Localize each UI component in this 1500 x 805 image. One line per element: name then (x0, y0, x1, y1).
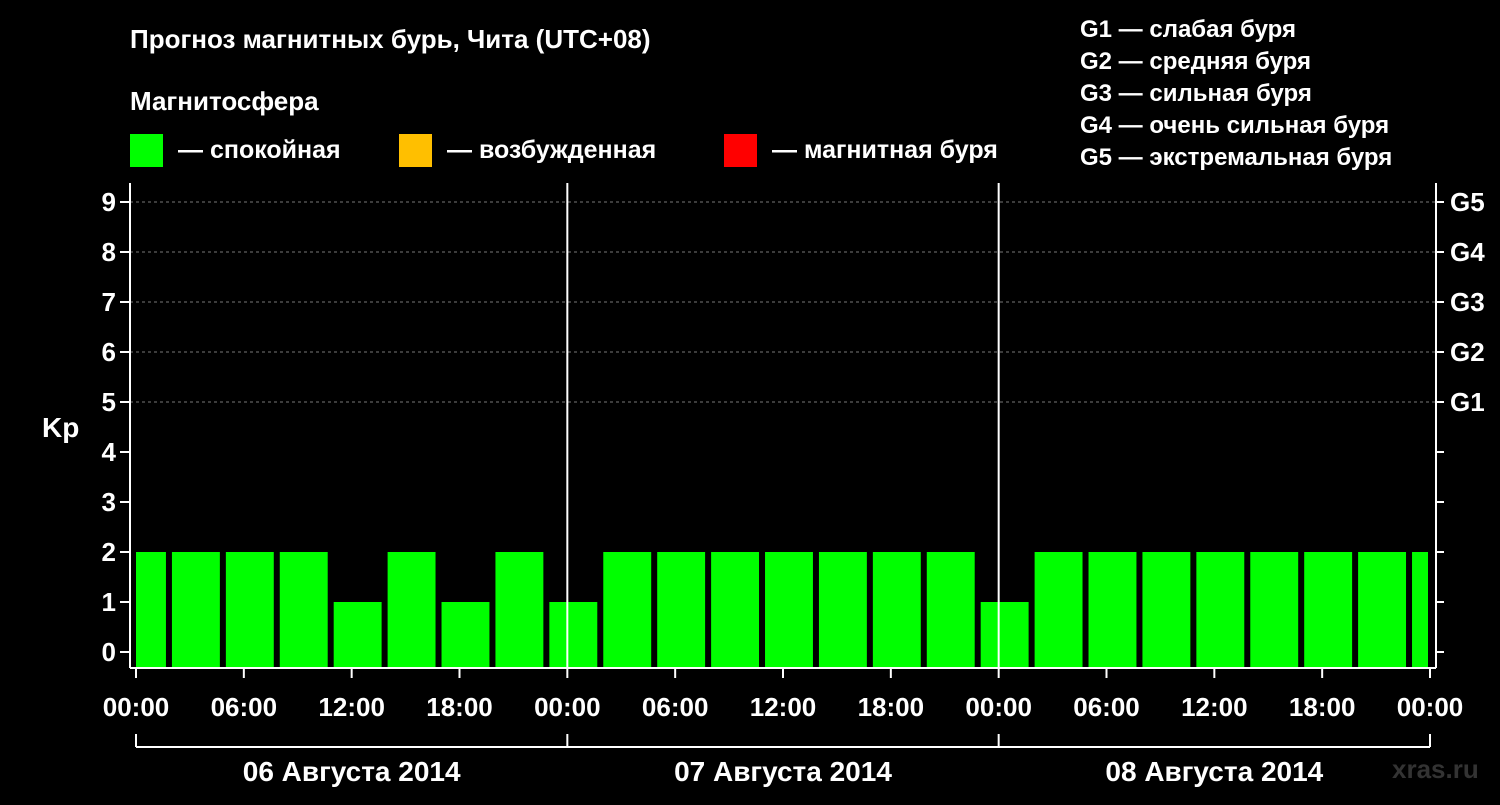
x-tick-label-3: 18:00 (426, 692, 493, 722)
legend-swatch-active (399, 134, 432, 167)
y-tick-label-4: 4 (102, 437, 117, 467)
bar-16 (980, 602, 1029, 668)
x-tick-label-8: 00:00 (965, 692, 1032, 722)
bar-2 (225, 552, 274, 668)
bar-24 (1412, 552, 1428, 668)
bar-1 (171, 552, 220, 668)
day-label-0: 06 Августа 2014 (243, 756, 461, 787)
chart-title: Прогноз магнитных бурь, Чита (UTC+08) (130, 24, 651, 54)
x-tick-label-1: 06:00 (211, 692, 278, 722)
bar-21 (1250, 552, 1299, 668)
right-label-g5: G5 (1450, 187, 1485, 217)
day-label-1: 07 Августа 2014 (674, 756, 892, 787)
bar-4 (333, 602, 382, 668)
x-tick-label-2: 12:00 (318, 692, 385, 722)
x-tick-label-11: 18:00 (1289, 692, 1356, 722)
bar-20 (1196, 552, 1245, 668)
bar-0 (136, 552, 166, 668)
g-legend-g2: G2 — средняя буря (1080, 48, 1311, 75)
bar-15 (926, 552, 975, 668)
bar-8 (549, 602, 598, 668)
y-tick-label-2: 2 (102, 537, 116, 567)
bar-5 (387, 552, 436, 668)
legend-swatch-storm (724, 134, 757, 167)
bar-14 (872, 552, 921, 668)
y-tick-label-3: 3 (102, 487, 116, 517)
g-legend-g1: G1 — слабая буря (1080, 16, 1296, 43)
bar-12 (765, 552, 813, 668)
x-tick-label-12: 00:00 (1397, 692, 1464, 722)
bar-11 (711, 552, 760, 668)
g-legend-g3: G3 — сильная буря (1080, 80, 1312, 107)
bar-3 (279, 552, 328, 668)
y-tick-label-7: 7 (102, 287, 116, 317)
legend-label-storm: — магнитная буря (772, 136, 998, 164)
g-legend-g5: G5 — экстремальная буря (1080, 144, 1392, 171)
x-tick-label-4: 00:00 (534, 692, 601, 722)
right-label-g2: G2 (1450, 337, 1485, 367)
x-tick-label-0: 00:00 (103, 692, 170, 722)
watermark: xras.ru (1392, 754, 1479, 784)
legend-swatch-quiet (130, 134, 163, 167)
g-legend-g4: G4 — очень сильная буря (1080, 112, 1389, 139)
bar-22 (1304, 552, 1353, 668)
right-label-g3: G3 (1450, 287, 1485, 317)
y-tick-label-0: 0 (102, 637, 116, 667)
y-tick-label-9: 9 (102, 187, 116, 217)
y-tick-label-1: 1 (102, 587, 116, 617)
x-tick-label-9: 06:00 (1073, 692, 1140, 722)
bar-7 (495, 552, 544, 668)
bar-13 (818, 552, 867, 668)
x-tick-label-7: 18:00 (858, 692, 925, 722)
x-tick-label-5: 06:00 (642, 692, 709, 722)
y-axis-label: Kp (42, 412, 79, 443)
y-tick-label-5: 5 (102, 387, 116, 417)
bar-6 (441, 602, 490, 668)
bar-10 (657, 552, 706, 668)
right-label-g1: G1 (1450, 387, 1485, 417)
day-label-2: 08 Августа 2014 (1105, 756, 1323, 787)
legend-label-active: — возбужденная (447, 136, 656, 164)
bar-19 (1142, 552, 1191, 668)
bar-18 (1088, 552, 1137, 668)
bar-17 (1034, 552, 1083, 668)
y-tick-label-8: 8 (102, 237, 116, 267)
chart: Прогноз магнитных бурь, Чита (UTC+08) Ма… (0, 0, 1500, 800)
x-tick-label-10: 12:00 (1181, 692, 1248, 722)
bar-9 (603, 552, 652, 668)
bar-23 (1358, 552, 1407, 668)
x-tick-label-6: 12:00 (750, 692, 817, 722)
legend-label-quiet: — спокойная (178, 136, 341, 164)
y-tick-label-6: 6 (102, 337, 116, 367)
chart-svg: Прогноз магнитных бурь, Чита (UTC+08) Ма… (42, 16, 1485, 787)
right-label-g4: G4 (1450, 237, 1485, 267)
legend-title: Магнитосфера (130, 86, 319, 116)
